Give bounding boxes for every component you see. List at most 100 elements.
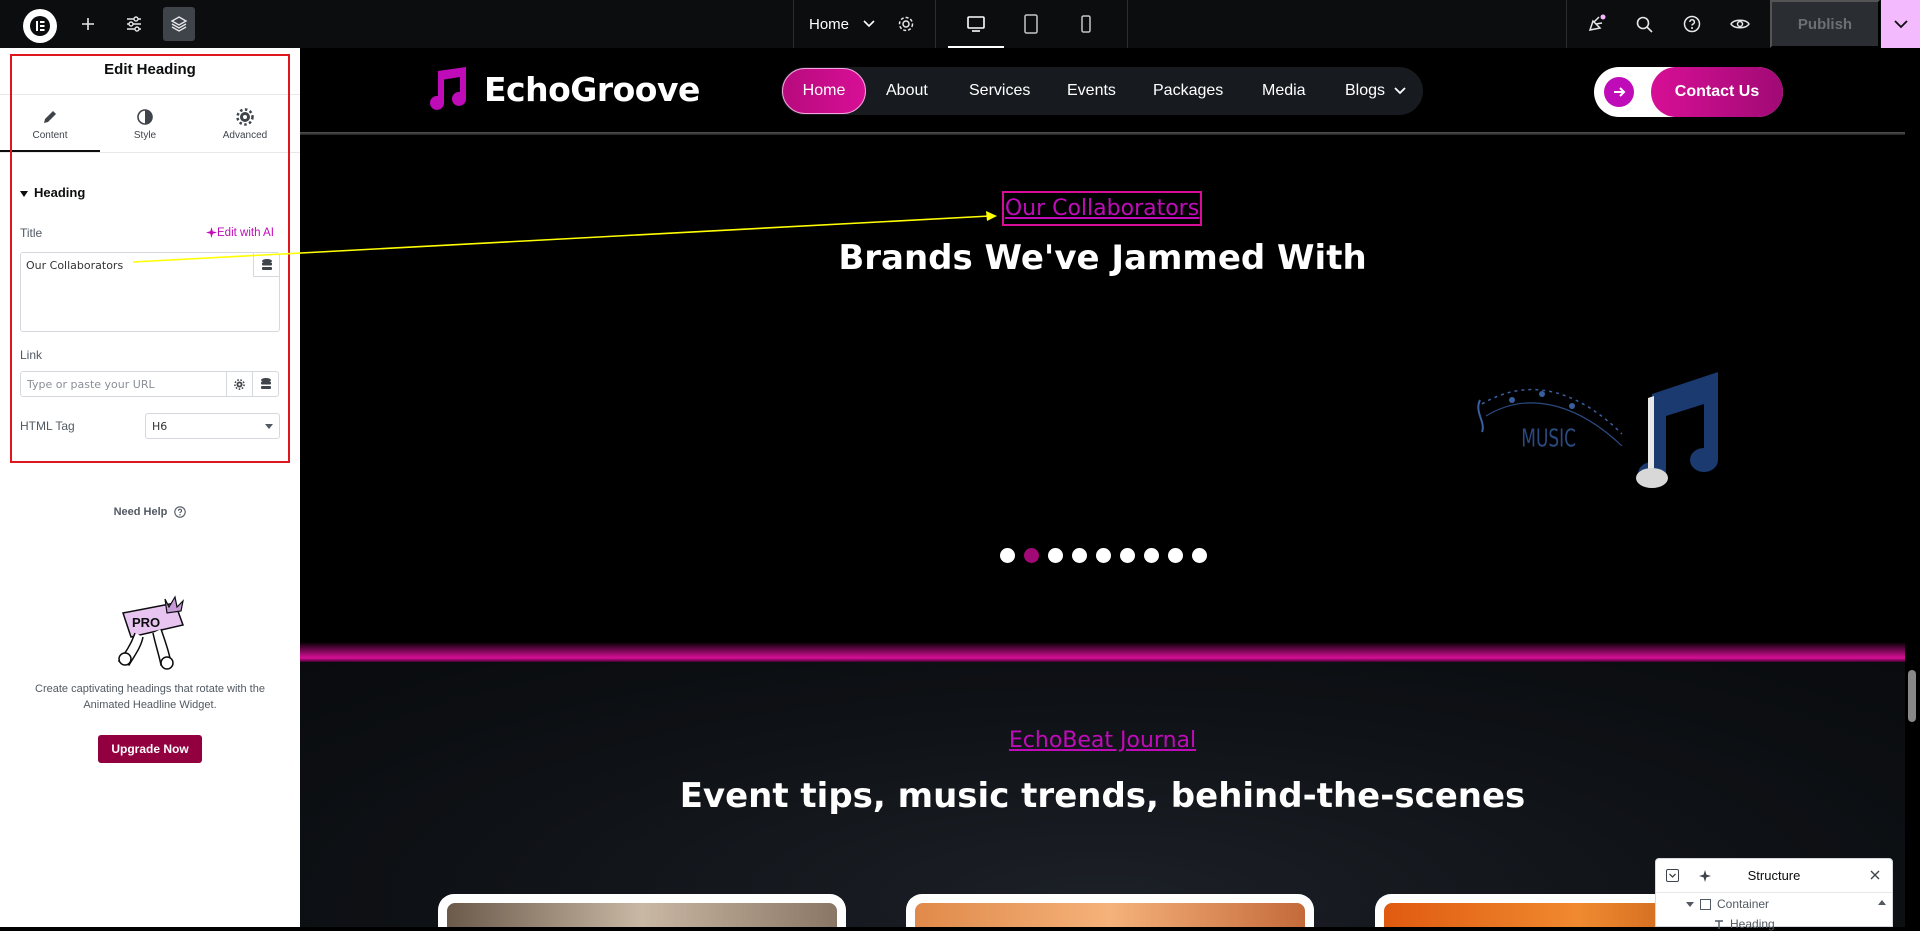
heading-icon [1714,920,1724,930]
nav-events[interactable]: Events [1067,67,1116,115]
editor-panel: Edit Heading Content Style Advanced Head… [0,48,300,927]
add-icon[interactable] [72,0,104,48]
close-icon[interactable] [1870,870,1880,880]
separator [935,0,936,48]
nav-home[interactable]: Home [782,68,866,114]
html-tag-label: HTML Tag [20,419,75,433]
help-icon[interactable] [1676,0,1708,48]
edit-ai-label: Edit with AI [217,227,274,239]
blog-card-image [915,903,1305,927]
desktop-icon[interactable] [950,0,1002,48]
publish-button[interactable]: Publish [1770,0,1880,48]
header-divider [300,132,1905,135]
edit-with-ai-button[interactable]: Edit with AI [206,227,274,239]
blog-card[interactable] [438,894,846,927]
structure-row-heading[interactable]: Heading [1714,917,1775,931]
nav-about[interactable]: About [886,67,928,115]
gear-icon [195,108,295,126]
canvas-scrollbar[interactable] [1908,670,1916,722]
mobile-icon[interactable] [1060,0,1112,48]
caret-down-icon [265,423,273,429]
caret-down-icon [20,190,28,197]
page-selector[interactable]: Home [809,0,875,48]
pro-badge-text: PRO [132,615,160,630]
link-options-button[interactable] [226,371,253,397]
settings-sliders-icon[interactable] [118,0,150,48]
tab-style[interactable]: Style [95,108,195,141]
publish-options-button[interactable] [1881,0,1920,48]
dynamic-tags-button[interactable] [253,253,279,277]
sparkle-icon [206,227,217,239]
layers-icon[interactable] [163,7,195,41]
carousel-dot[interactable] [1000,548,1015,563]
html-tag-select[interactable]: H6 [145,413,280,439]
main-nav: Home About Services Events Packages Medi… [781,67,1423,115]
carousel-dot[interactable] [1168,548,1183,563]
divider [0,94,300,95]
preview-canvas: EchoGroove Home About Services Events Pa… [300,48,1905,927]
gear-icon [234,378,245,390]
chevron-down-icon [1893,19,1908,29]
need-help-link[interactable]: Need Help [0,506,300,518]
contact-us-button[interactable]: Contact Us [1594,67,1783,117]
journal-title: Event tips, music trends, behind-the-sce… [679,776,1526,816]
scroll-up-icon[interactable] [1878,900,1886,905]
caret-down-icon [1686,902,1694,908]
title-label: Title [20,226,43,240]
link-dynamic-tags-button[interactable] [252,371,279,397]
tablet-icon[interactable] [1005,0,1057,48]
carousel-dot[interactable] [1096,548,1111,563]
nav-blogs[interactable]: Blogs [1345,67,1407,115]
site-logo[interactable]: EchoGroove [422,65,700,113]
brand-logo-music[interactable]: MUSIC [1472,364,1742,504]
tab-label: Style [133,130,157,141]
panel-title: Edit Heading [104,61,196,78]
structure-title: Structure [1747,868,1801,883]
tab-advanced[interactable]: Advanced [195,108,295,141]
music-note-icon [422,65,470,113]
title-textarea[interactable]: Our Collaborators [20,252,280,332]
preview-eye-icon[interactable] [1724,0,1756,48]
notifications-icon[interactable] [1581,0,1613,48]
nav-media[interactable]: Media [1262,67,1306,115]
database-icon [260,378,271,390]
carousel-dot[interactable] [1144,548,1159,563]
brand-name: EchoGroove [484,69,700,109]
nav-services[interactable]: Services [969,67,1030,115]
link-input[interactable] [20,371,227,397]
separator [793,0,794,48]
structure-row-label: Container [1717,897,1770,911]
section-title: Heading [34,185,86,200]
structure-panel: Structure Container Heading [1655,858,1893,931]
promo-description: Create captivating headings that rotate … [35,683,265,711]
carousel-dot[interactable] [1072,548,1087,563]
carousel-dot[interactable] [1048,548,1063,563]
divider [0,152,300,153]
search-icon[interactable] [1628,0,1660,48]
structure-row-label: Heading [1730,917,1775,931]
tab-content[interactable]: Content [0,108,100,141]
help-icon [174,506,187,518]
blog-card[interactable] [906,894,1314,927]
carousel-dot-active[interactable] [1024,548,1039,563]
pro-promo-illustration: PRO [105,593,197,671]
structure-header: Structure [1656,859,1892,893]
nav-packages[interactable]: Packages [1153,67,1223,115]
selected-heading-our-collaborators[interactable]: Our Collaborators [1002,191,1202,226]
carousel-dot[interactable] [1120,548,1135,563]
upgrade-now-button[interactable]: Upgrade Now [98,735,202,763]
pencil-icon [0,108,100,126]
need-help-label: Need Help [113,506,168,518]
music-logo-text: MUSIC [1521,424,1576,453]
arrow-right-icon [1604,77,1634,107]
contact-us-label: Contact Us [1651,67,1783,117]
structure-row-container[interactable]: Container [1686,897,1769,911]
gear-icon[interactable] [890,0,922,48]
link-label: Link [20,348,43,362]
container-icon [1700,899,1711,911]
section-heading-toggle[interactable]: Heading [20,185,85,200]
journal-subheading: EchoBeat Journal [1008,728,1197,753]
carousel-dot[interactable] [1192,548,1207,563]
elementor-logo-icon[interactable] [23,9,57,43]
page-name: Home [809,15,850,33]
